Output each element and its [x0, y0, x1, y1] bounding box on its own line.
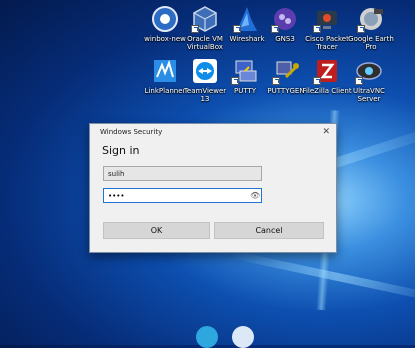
desktop-icon-packet-tracer[interactable]: Cisco Packet Tracer — [302, 5, 352, 51]
ultravnc-icon — [355, 57, 383, 85]
putty-icon — [231, 57, 259, 85]
teamviewer-icon — [191, 57, 219, 85]
gns3-icon — [271, 5, 299, 33]
desktop-icon-google-earth[interactable]: Google Earth Pro — [346, 5, 396, 51]
wireshark-icon — [233, 5, 261, 33]
puttygen-icon — [272, 57, 300, 85]
username-field[interactable] — [103, 166, 262, 181]
close-icon[interactable]: ✕ — [322, 127, 330, 137]
linkplanner-icon — [151, 57, 179, 85]
google-earth-icon — [357, 5, 385, 33]
packet-tracer-icon — [313, 5, 341, 33]
desktop-icon-label: Cisco Packet Tracer — [305, 35, 349, 51]
reveal-password-icon[interactable]: 👁 — [250, 191, 260, 200]
ok-button[interactable]: OK — [103, 222, 210, 239]
dialog-title: Windows Security — [100, 127, 163, 136]
password-field[interactable] — [103, 188, 262, 203]
desktop-icon-label: UltraVNC Server — [353, 87, 385, 103]
dialog-titlebar[interactable]: Windows Security ✕ — [90, 124, 336, 139]
desktop-icon-ultravnc[interactable]: UltraVNC Server — [344, 57, 394, 103]
dialog-heading: Sign in — [102, 144, 140, 157]
sign-in-dialog: Windows Security ✕ Sign in 👁 OK Cancel — [89, 123, 337, 253]
cancel-button[interactable]: Cancel — [214, 222, 324, 239]
filezilla-icon — [313, 57, 341, 85]
desktop-icon-label: Google Earth Pro — [348, 35, 394, 51]
winbox-icon — [151, 5, 179, 33]
virtualbox-icon — [191, 5, 219, 33]
